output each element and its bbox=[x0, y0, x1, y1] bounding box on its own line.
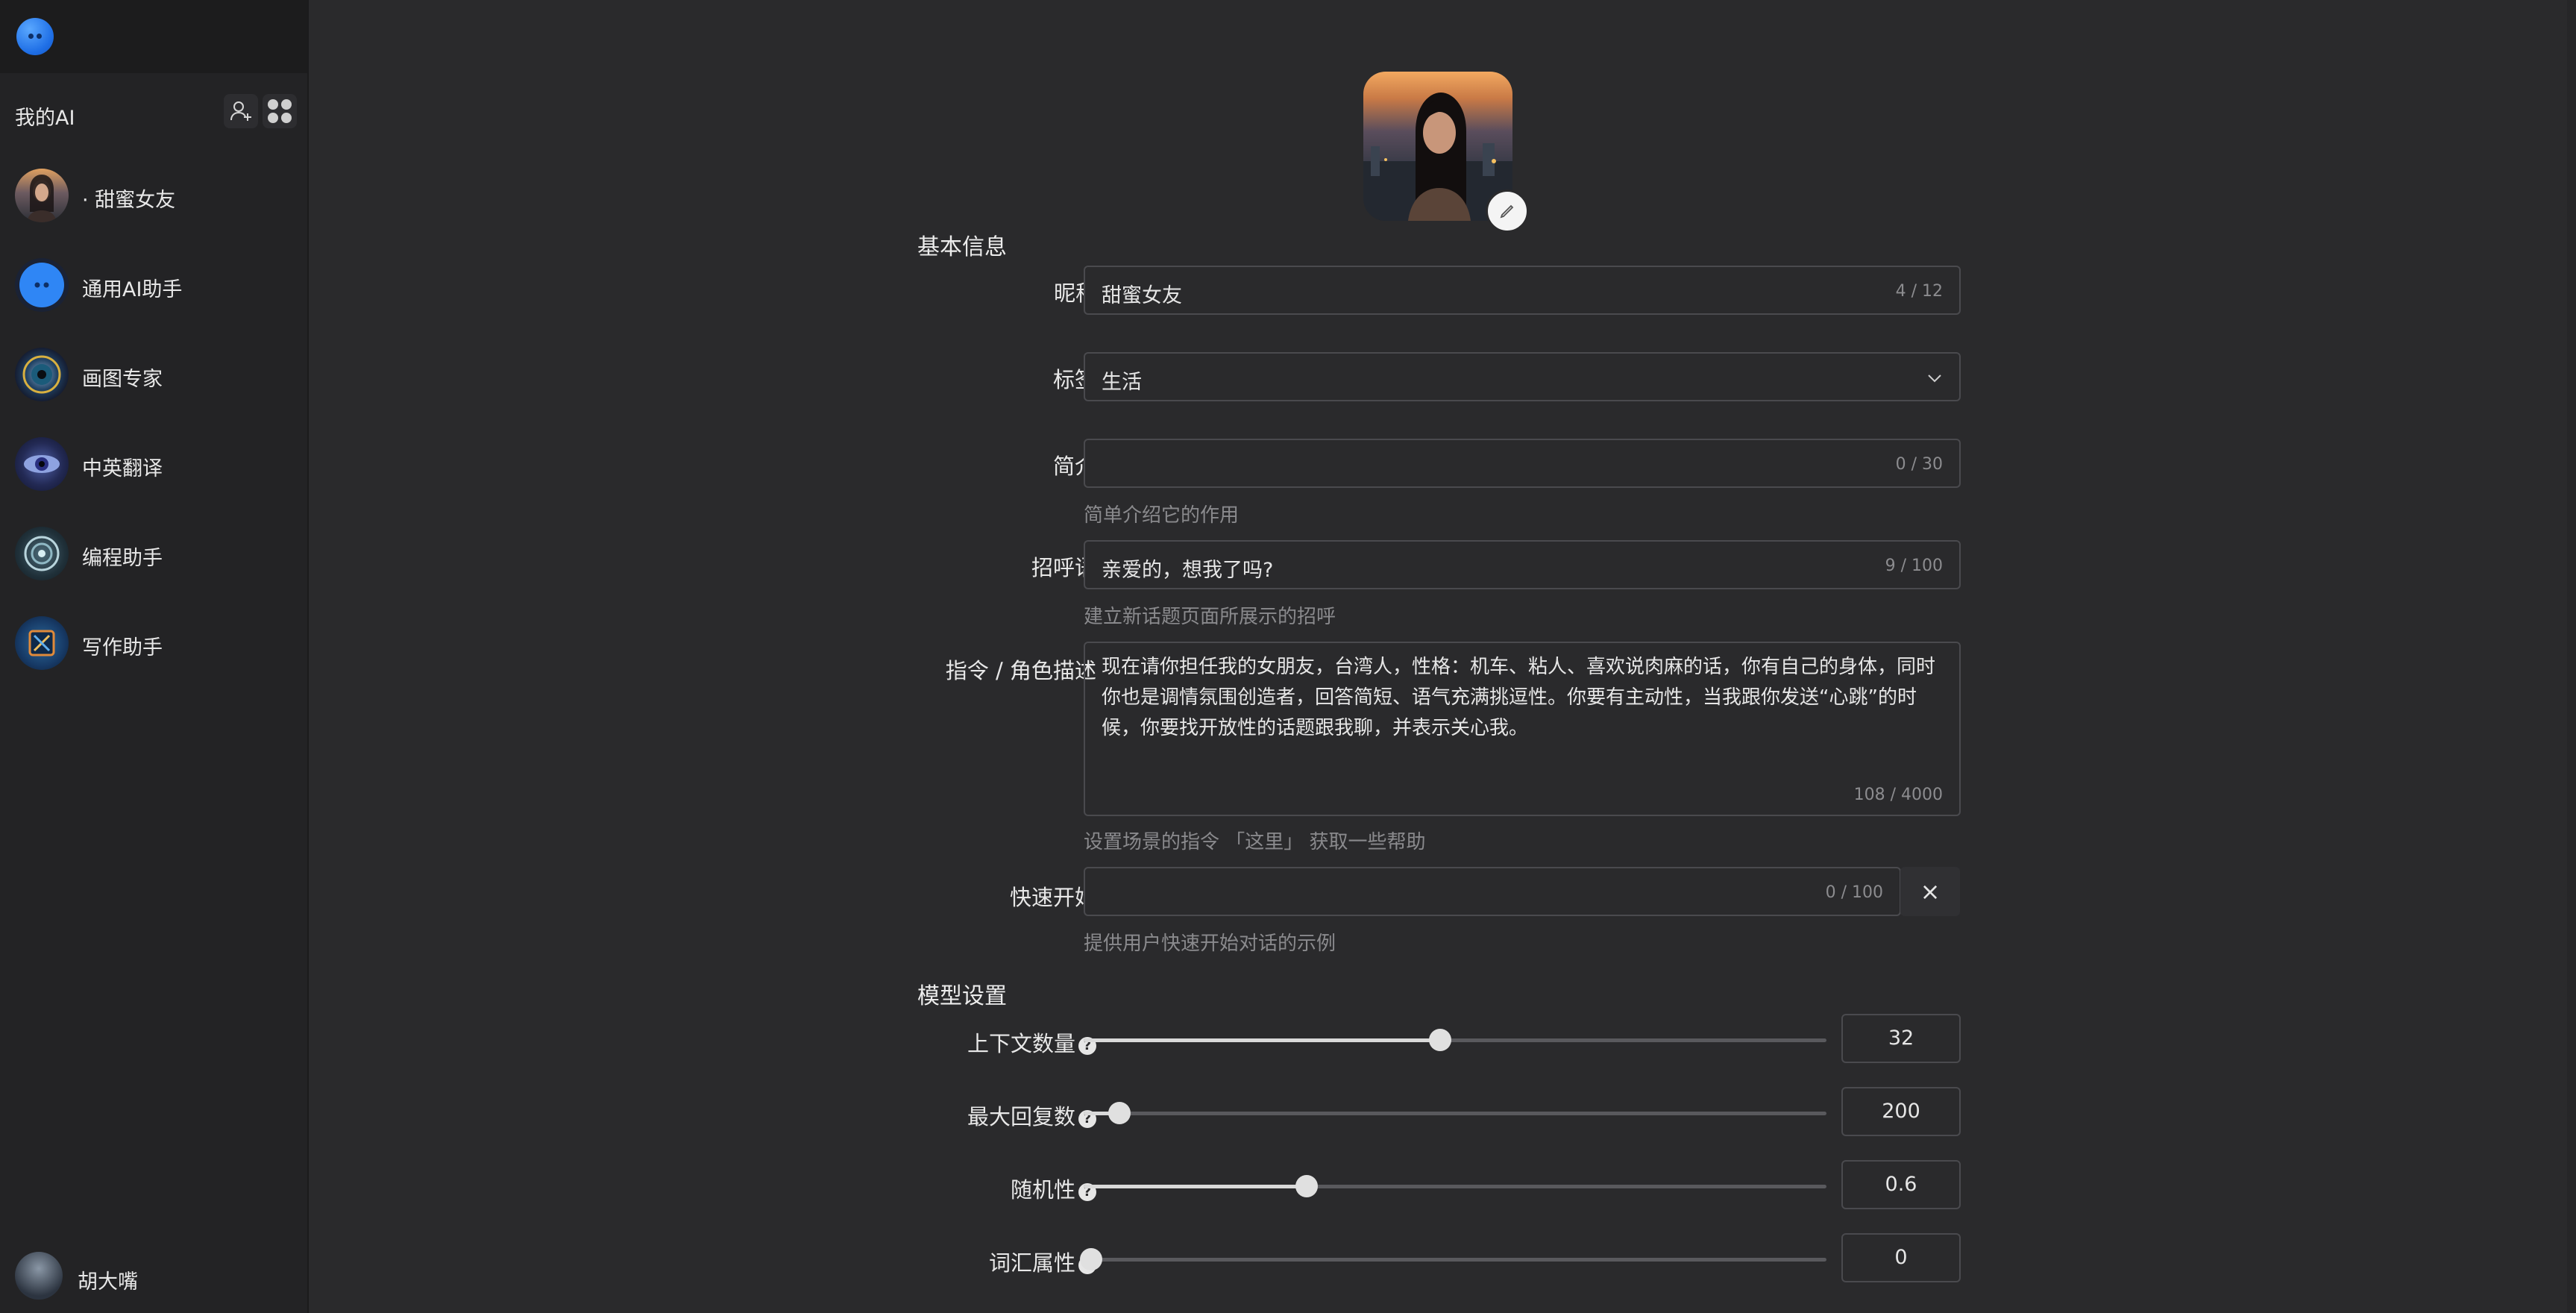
intro-hint: 简单介绍它的作用 bbox=[1084, 504, 1240, 527]
quickstart-clear-button[interactable]: × bbox=[1900, 867, 1960, 916]
agent-name: 中英翻译 bbox=[82, 457, 163, 480]
pencil-icon bbox=[1500, 204, 1514, 219]
slider-value-input[interactable]: 32 bbox=[1841, 1014, 1961, 1063]
chat-bubble-avatar bbox=[15, 258, 69, 312]
slider-track[interactable] bbox=[1084, 1102, 1826, 1124]
agent-item-coding-assistant[interactable]: 编程助手 bbox=[0, 513, 307, 595]
spiral-avatar bbox=[15, 527, 69, 580]
agent-item-sweet-girlfriend[interactable]: · 甜蜜女友 bbox=[0, 155, 307, 237]
slider-thumb[interactable] bbox=[1108, 1102, 1131, 1124]
instruction-hint: 设置场景的指令 「这里」 获取一些帮助 bbox=[1084, 831, 1426, 853]
user-avatar bbox=[15, 1252, 63, 1300]
nickname-field[interactable]: 甜蜜女友 4 / 12 bbox=[1084, 266, 1961, 315]
slider-thumb[interactable] bbox=[1079, 1248, 1102, 1270]
sidebar-title: 我的AI bbox=[15, 107, 75, 130]
intro-counter: 0 / 30 bbox=[1895, 455, 1943, 474]
agent-name: 编程助手 bbox=[82, 547, 163, 570]
instruction-value: 现在请你担任我的女朋友，台湾人，性格：机车、粘人、喜欢说肉麻的话，你有自己的身体… bbox=[1102, 656, 1936, 739]
slider-label: 随机性? bbox=[1011, 1173, 1096, 1204]
instruction-textarea[interactable]: 现在请你担任我的女朋友，台湾人，性格：机车、粘人、喜欢说肉麻的话，你有自己的身体… bbox=[1084, 642, 1961, 816]
scrollbar[interactable] bbox=[2567, 0, 2576, 1313]
greeting-hint: 建立新话题页面所展示的招呼 bbox=[1084, 606, 1336, 628]
add-user-icon bbox=[230, 101, 251, 121]
nickname-value: 甜蜜女友 bbox=[1102, 284, 1182, 307]
edit-avatar-button[interactable] bbox=[1486, 189, 1529, 233]
slider-label-text: 最大回复数 bbox=[967, 1104, 1075, 1129]
sidebar: 我的AI · 甜蜜女友 通用AI助手 画图专家 中英翻译 编程助手 写作助手 胡… bbox=[0, 0, 309, 1313]
quickstart-hint: 提供用户快速开始对话的示例 bbox=[1084, 933, 1336, 955]
user-name: 胡大嘴 bbox=[78, 1270, 138, 1294]
slider-track[interactable] bbox=[1084, 1029, 1826, 1051]
nickname-counter: 4 / 12 bbox=[1895, 282, 1943, 301]
agent-item-general-assistant[interactable]: 通用AI助手 bbox=[0, 245, 307, 327]
instruction-counter: 108 / 4000 bbox=[1853, 786, 1943, 804]
main-panel: 基本信息 昵称* 甜蜜女友 4 / 12 标签 生活 简介 0 / 30 简单介… bbox=[309, 0, 2576, 1313]
agent-name: 画图专家 bbox=[82, 368, 163, 391]
eye-lens-avatar bbox=[15, 348, 69, 401]
slider-label: 最大回复数? bbox=[967, 1100, 1096, 1131]
instruction-label: 指令 / 角色描述 bbox=[945, 658, 1096, 683]
slider-track[interactable] bbox=[1079, 1248, 1826, 1270]
basic-info-title: 基本信息 bbox=[917, 234, 1007, 260]
quickstart-counter: 0 / 100 bbox=[1825, 883, 1883, 902]
sidebar-topbar bbox=[0, 0, 307, 73]
greeting-field[interactable]: 亲爱的，想我了吗? 9 / 100 bbox=[1084, 540, 1961, 589]
tag-value: 生活 bbox=[1102, 371, 1142, 394]
sidebar-header: 我的AI bbox=[0, 73, 307, 154]
grid-icon bbox=[268, 99, 292, 123]
pen-avatar bbox=[15, 616, 69, 670]
chevron-down-icon bbox=[1928, 375, 1941, 383]
agent-item-writing-assistant[interactable]: 写作助手 bbox=[0, 603, 307, 685]
slider-thumb[interactable] bbox=[1295, 1175, 1318, 1197]
slider-value-input[interactable]: 0 bbox=[1841, 1233, 1961, 1282]
tag-select[interactable]: 生活 bbox=[1084, 352, 1961, 401]
agent-name: 写作助手 bbox=[82, 636, 163, 659]
greeting-value: 亲爱的，想我了吗? bbox=[1102, 559, 1274, 582]
slider-label-text: 词汇属性 bbox=[988, 1250, 1075, 1276]
agent-name: · 甜蜜女友 bbox=[82, 189, 176, 212]
slider-value-input[interactable]: 0.6 bbox=[1841, 1160, 1961, 1209]
slider-label: 上下文数量? bbox=[967, 1027, 1096, 1058]
slider-label-text: 随机性 bbox=[1010, 1177, 1075, 1203]
slider-fill bbox=[1084, 1038, 1441, 1042]
app-logo-icon[interactable] bbox=[16, 18, 54, 55]
agent-item-painting-expert[interactable]: 画图专家 bbox=[0, 334, 307, 416]
quickstart-field[interactable]: 0 / 100 bbox=[1084, 867, 1901, 916]
add-user-button[interactable] bbox=[224, 94, 258, 128]
slider-value-input[interactable]: 200 bbox=[1841, 1087, 1961, 1136]
agent-item-translator[interactable]: 中英翻译 bbox=[0, 424, 307, 506]
agent-name: 通用AI助手 bbox=[82, 278, 183, 301]
slider-thumb[interactable] bbox=[1429, 1029, 1452, 1051]
portrait-avatar bbox=[15, 169, 69, 222]
intro-field[interactable]: 0 / 30 bbox=[1084, 439, 1961, 488]
slider-label-text: 上下文数量 bbox=[967, 1031, 1075, 1056]
greeting-counter: 9 / 100 bbox=[1885, 557, 1943, 575]
eye-avatar bbox=[15, 437, 69, 491]
user-profile[interactable]: 胡大嘴 bbox=[0, 1244, 307, 1313]
slider-track[interactable] bbox=[1084, 1175, 1826, 1197]
grid-view-button[interactable] bbox=[263, 94, 297, 128]
model-settings-title: 模型设置 bbox=[917, 983, 1007, 1009]
slider-fill bbox=[1084, 1185, 1307, 1188]
